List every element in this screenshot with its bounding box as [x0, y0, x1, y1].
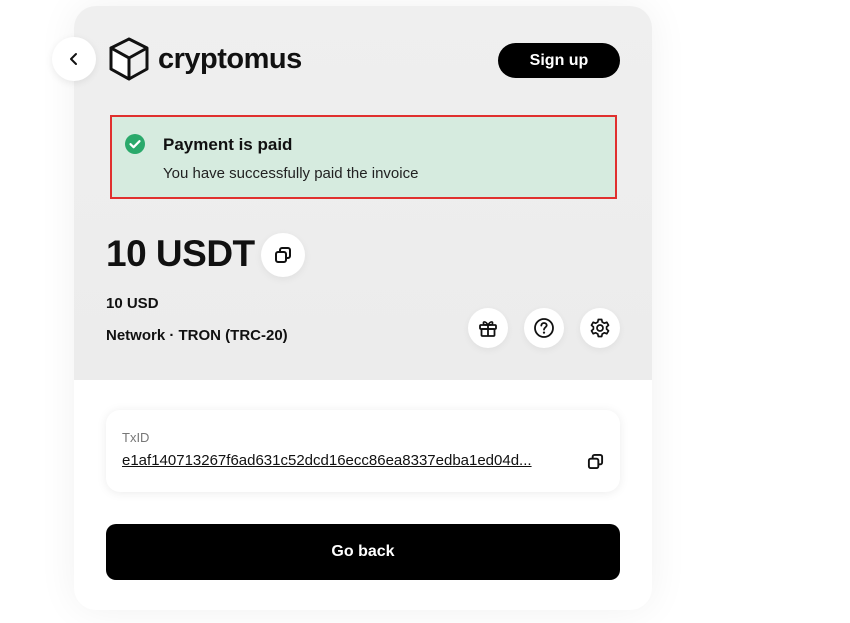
back-icon — [70, 53, 77, 65]
copy-icon — [275, 247, 291, 263]
help-button[interactable] — [524, 308, 564, 348]
check-icon — [125, 134, 145, 154]
go-back-button[interactable]: Go back — [106, 524, 620, 580]
transaction-id-card: TxID e1af140713267f6ad631c52dcd16ecc86ea… — [106, 410, 620, 492]
back-button[interactable] — [52, 37, 96, 81]
gift-button[interactable] — [468, 308, 508, 348]
payment-status-alert: Payment is paid You have successfully pa… — [110, 115, 617, 199]
copy-txid-button[interactable] — [584, 450, 606, 472]
settings-icon — [590, 318, 610, 338]
alert-message: You have successfully paid the invoice — [163, 165, 419, 182]
sign-up-button[interactable]: Sign up — [498, 43, 620, 78]
settings-button[interactable] — [580, 308, 620, 348]
brand-logo[interactable]: cryptomus — [108, 36, 302, 82]
help-icon — [534, 318, 554, 338]
brand-name: cryptomus — [158, 42, 302, 75]
fiat-amount: 10 USD — [106, 295, 159, 312]
gift-icon — [479, 321, 497, 337]
copy-amount-button[interactable] — [261, 233, 305, 277]
crypto-amount: 10 USDT — [106, 233, 255, 274]
payment-card — [74, 6, 652, 610]
network-label: Network · TRON (TRC-20) — [106, 327, 288, 344]
txid-link[interactable]: e1af140713267f6ad631c52dcd16ecc86ea8337e… — [122, 452, 582, 469]
cube-logo-icon — [109, 37, 149, 81]
copy-icon — [587, 453, 603, 469]
alert-title: Payment is paid — [163, 135, 293, 154]
txid-label: TxID — [122, 430, 150, 445]
